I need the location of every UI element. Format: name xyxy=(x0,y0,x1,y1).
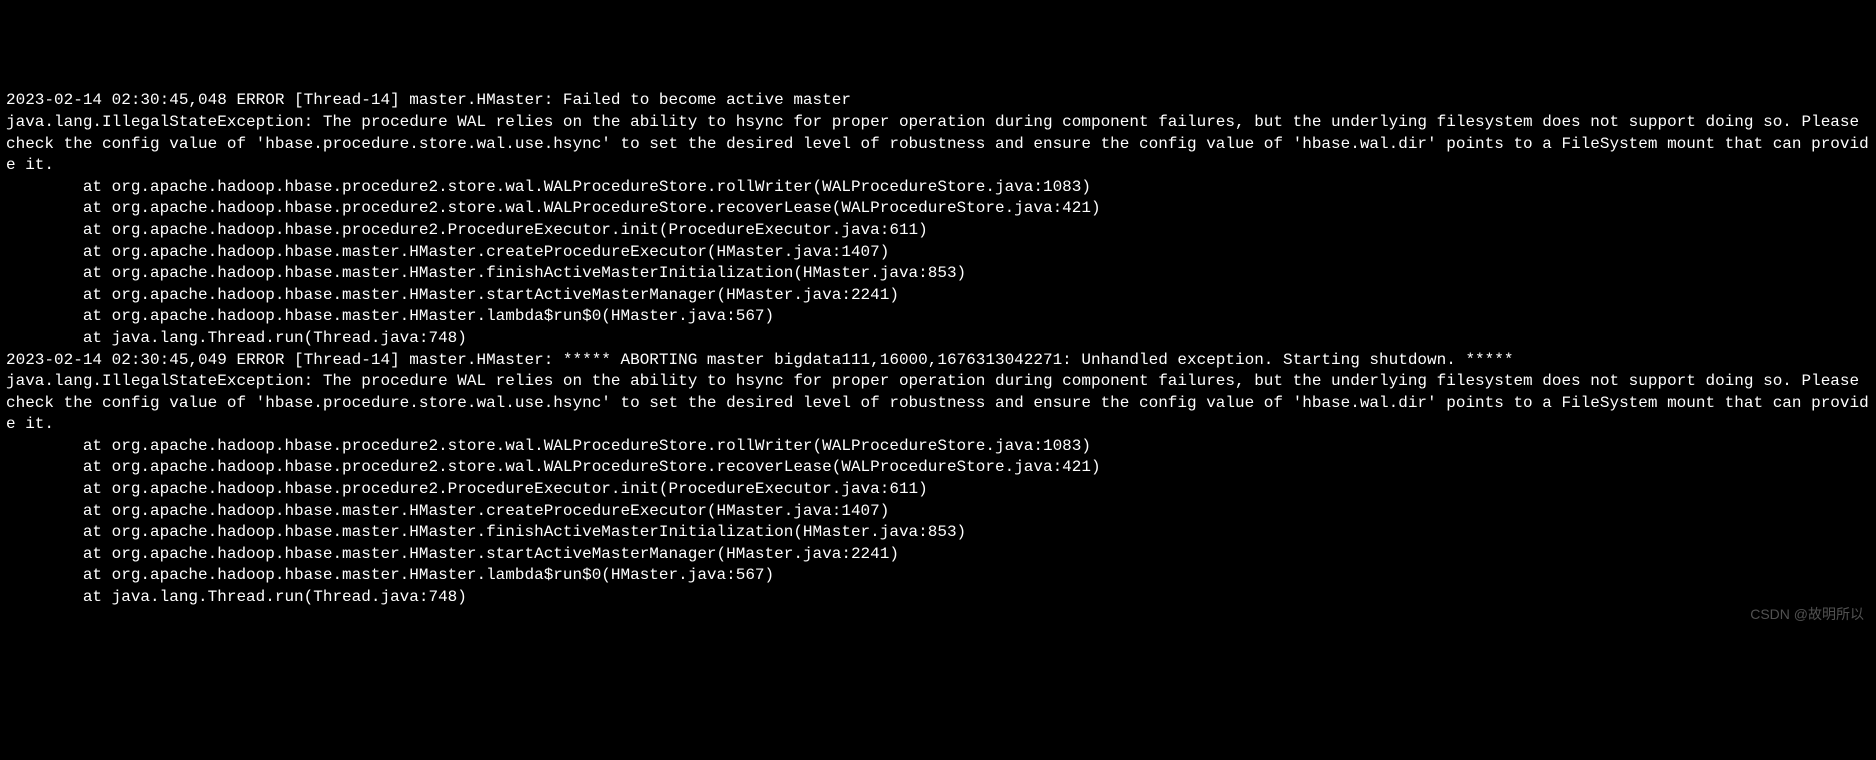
log-line: at java.lang.Thread.run(Thread.java:748) xyxy=(6,328,1870,350)
log-line: at org.apache.hadoop.hbase.procedure2.st… xyxy=(6,457,1870,479)
log-line: 2023-02-14 02:30:45,049 ERROR [Thread-14… xyxy=(6,350,1870,372)
log-line: at org.apache.hadoop.hbase.master.HMaste… xyxy=(6,565,1870,587)
log-line: at org.apache.hadoop.hbase.procedure2.st… xyxy=(6,198,1870,220)
log-line: at org.apache.hadoop.hbase.master.HMaste… xyxy=(6,544,1870,566)
log-line: at org.apache.hadoop.hbase.master.HMaste… xyxy=(6,501,1870,523)
log-line: java.lang.IllegalStateException: The pro… xyxy=(6,112,1870,177)
log-line: at org.apache.hadoop.hbase.master.HMaste… xyxy=(6,242,1870,264)
log-line: java.lang.IllegalStateException: The pro… xyxy=(6,371,1870,436)
log-line: at org.apache.hadoop.hbase.procedure2.Pr… xyxy=(6,220,1870,242)
log-line: at java.lang.Thread.run(Thread.java:748) xyxy=(6,587,1870,609)
log-line: at org.apache.hadoop.hbase.master.HMaste… xyxy=(6,285,1870,307)
watermark-text: CSDN @故明所以 xyxy=(1750,605,1864,624)
log-line: at org.apache.hadoop.hbase.master.HMaste… xyxy=(6,522,1870,544)
log-line: at org.apache.hadoop.hbase.master.HMaste… xyxy=(6,306,1870,328)
log-line: at org.apache.hadoop.hbase.procedure2.st… xyxy=(6,436,1870,458)
log-line: 2023-02-14 02:30:45,048 ERROR [Thread-14… xyxy=(6,90,1870,112)
log-line: at org.apache.hadoop.hbase.procedure2.Pr… xyxy=(6,479,1870,501)
log-line: at org.apache.hadoop.hbase.procedure2.st… xyxy=(6,177,1870,199)
log-line: at org.apache.hadoop.hbase.master.HMaste… xyxy=(6,263,1870,285)
terminal-output[interactable]: 2023-02-14 02:30:45,048 ERROR [Thread-14… xyxy=(6,90,1870,608)
